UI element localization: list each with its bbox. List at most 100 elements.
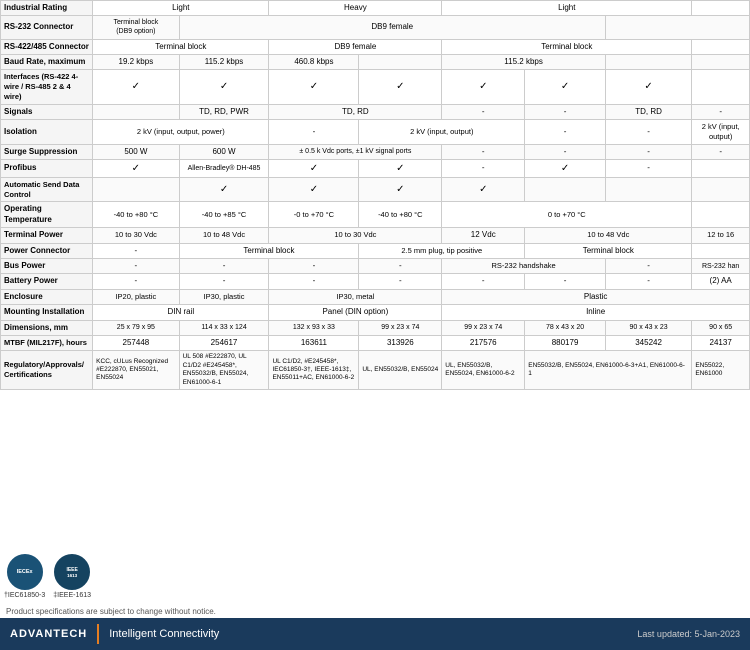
cell: Plastic: [442, 289, 750, 304]
row-label: Automatic Send Data Control: [1, 177, 93, 202]
cell: 10 to 48 Vdc: [179, 228, 269, 243]
cell: RS-232 handshake: [442, 258, 606, 273]
cell: -: [269, 120, 359, 145]
table-row: Battery Power - - - - - - - (2) AA: [1, 274, 750, 289]
footer-tagline: Intelligent Connectivity: [109, 628, 219, 640]
cell: -: [179, 258, 269, 273]
table-row: Signals TD, RD, PWR TD, RD - - TD, RD -: [1, 104, 750, 119]
ieee-subtext: 1613: [67, 573, 77, 578]
cell: ✓: [442, 177, 525, 202]
cell: -40 to +80 °C: [93, 202, 179, 228]
cell: [692, 54, 750, 69]
cell: Inline: [442, 305, 750, 320]
table-row: Dimensions, mm 25 x 79 x 95 114 x 33 x 1…: [1, 320, 750, 335]
iecex-label: †IEC61850-3: [4, 592, 45, 599]
cell: -: [269, 274, 359, 289]
cell: Terminal block: [179, 243, 359, 258]
row-label: Power Connector: [1, 243, 93, 258]
cell: TD, RD: [605, 104, 691, 119]
cell: IP20, plastic: [93, 289, 179, 304]
cell: Light: [442, 1, 692, 16]
cell: EN55032/B, EN55024, EN61000-6-3+A1, EN61…: [525, 351, 692, 390]
cell: [605, 54, 691, 69]
cell: Terminal block: [525, 243, 692, 258]
row-label: Battery Power: [1, 274, 93, 289]
row-label: Baud Rate, maximum: [1, 54, 93, 69]
cell: 460.8 kbps: [269, 54, 359, 69]
cell: 600 W: [179, 144, 269, 159]
cell: Terminal block(DB9 option): [93, 16, 179, 39]
cell: -40 to +80 °C: [359, 202, 442, 228]
cell: -: [605, 258, 691, 273]
cell: DIN rail: [93, 305, 269, 320]
cell: [692, 243, 750, 258]
cell: 257448: [93, 335, 179, 350]
footer-divider: [97, 624, 99, 644]
cell: 25 x 79 x 95: [93, 320, 179, 335]
row-label: Enclosure: [1, 289, 93, 304]
cell: -: [359, 274, 442, 289]
cell: 90 x 43 x 23: [605, 320, 691, 335]
row-label: Signals: [1, 104, 93, 119]
last-updated: Last updated: 5-Jan-2023: [637, 629, 740, 639]
cell: [692, 177, 750, 202]
cell: 99 x 23 x 74: [359, 320, 442, 335]
cell: UL C1/D2, #E245458*, IEC61850-3†, IEEE-1…: [269, 351, 359, 390]
cell: 114 x 33 x 124: [179, 320, 269, 335]
cell: Terminal block: [93, 39, 269, 54]
row-label: RS-232 Connector: [1, 16, 93, 39]
table-row: Interfaces (RS-422 4-wire / RS-485 2 & 4…: [1, 70, 750, 104]
cell: (2) AA: [692, 274, 750, 289]
cell: 115.2 kbps: [179, 54, 269, 69]
cell: -: [442, 104, 525, 119]
table-row: Enclosure IP20, plastic IP30, plastic IP…: [1, 289, 750, 304]
brand-name: ADVANTECH: [10, 628, 87, 640]
cell: -: [442, 144, 525, 159]
cell: -: [692, 104, 750, 119]
cell: 254617: [179, 335, 269, 350]
cell: 345242: [605, 335, 691, 350]
table-row: RS-232 Connector Terminal block(DB9 opti…: [1, 16, 750, 39]
cell: 10 to 48 Vdc: [525, 228, 692, 243]
table-row: Isolation 2 kV (input, output, power) - …: [1, 120, 750, 145]
row-label: Mounting Installation: [1, 305, 93, 320]
row-label: Terminal Power: [1, 228, 93, 243]
table-row: Mounting Installation DIN rail Panel (DI…: [1, 305, 750, 320]
footer-bar: ADVANTECH Intelligent Connectivity Last …: [0, 618, 750, 650]
cell: [692, 70, 750, 104]
cell: ✓: [359, 159, 442, 177]
cell: 132 x 93 x 33: [269, 320, 359, 335]
table-row: MTBF (MIL217F), hours 257448 254617 1636…: [1, 335, 750, 350]
logos-area: IECEx †IEC61850-3 IEEE 1613 ‡IEEE-1613: [0, 548, 750, 605]
cell: ✓: [359, 177, 442, 202]
cell: 19.2 kbps: [93, 54, 179, 69]
row-label: Operating Temperature: [1, 202, 93, 228]
cell: [692, 39, 750, 54]
cell: -: [605, 274, 691, 289]
cell: DB9 female: [179, 16, 605, 39]
cell: 99 x 23 x 74: [442, 320, 525, 335]
footer-note: Product specifications are subject to ch…: [0, 605, 750, 618]
cell: -40 to +85 °C: [179, 202, 269, 228]
cell: IP30, plastic: [179, 289, 269, 304]
cell: [692, 159, 750, 177]
cell: -: [442, 274, 525, 289]
row-label: Isolation: [1, 120, 93, 145]
row-label: RS-422/485 Connector: [1, 39, 93, 54]
row-label: Bus Power: [1, 258, 93, 273]
cell: DB9 female: [269, 39, 442, 54]
row-label: Interfaces (RS-422 4-wire / RS-485 2 & 4…: [1, 70, 93, 104]
table-row: Terminal Power 10 to 30 Vdc 10 to 48 Vdc…: [1, 228, 750, 243]
cell: -: [269, 258, 359, 273]
cell: [605, 16, 749, 39]
cell: Terminal block: [442, 39, 692, 54]
disclaimer-text: Product specifications are subject to ch…: [6, 607, 216, 616]
cell: 115.2 kbps: [442, 54, 606, 69]
table-row: Profibus ✓ Allen-Bradley® DH-485 ✓ ✓ - ✓…: [1, 159, 750, 177]
cell: 313926: [359, 335, 442, 350]
cell: -: [525, 120, 606, 145]
table-row: Industrial Rating Light Heavy Light: [1, 1, 750, 16]
cell: ✓: [179, 177, 269, 202]
cell: Panel (DIN option): [269, 305, 442, 320]
cell: -: [605, 159, 691, 177]
